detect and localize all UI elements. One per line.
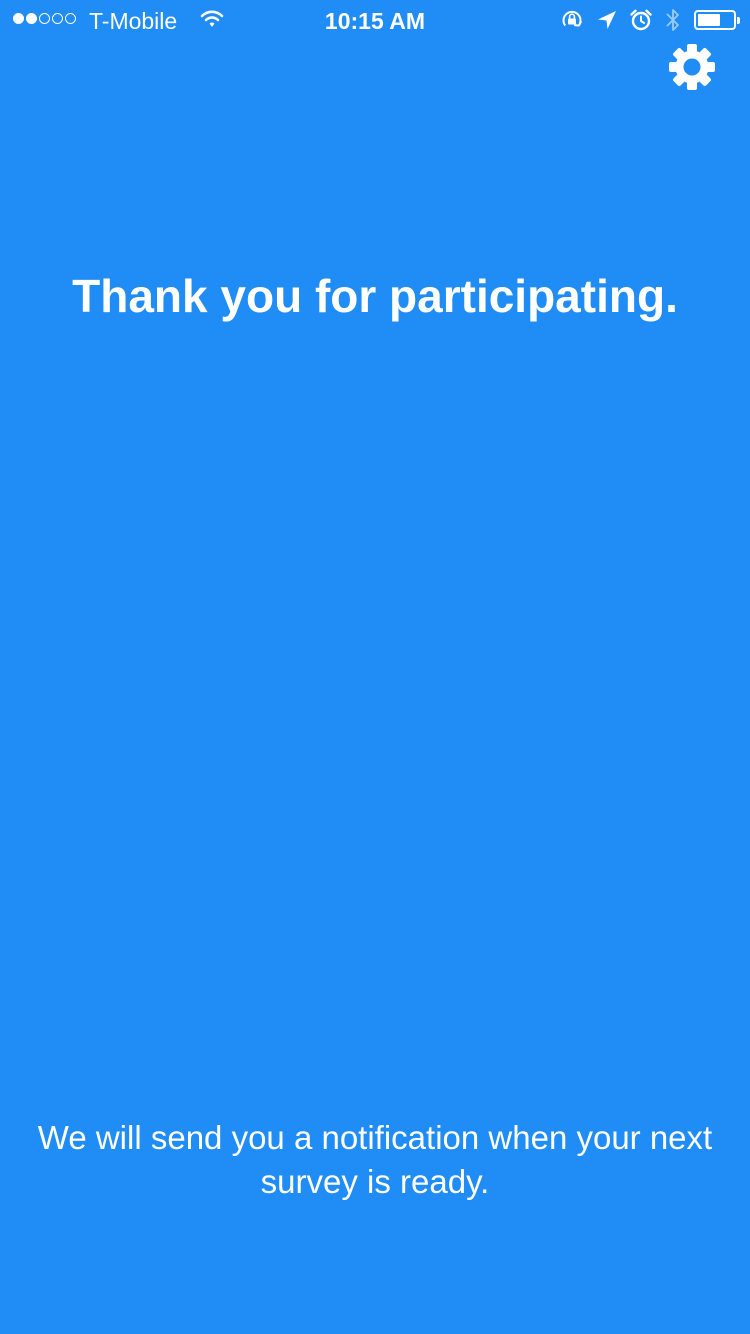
status-bar: T-Mobile 10:15 AM — [0, 0, 750, 40]
app-screen: T-Mobile 10:15 AM Thank you for particip… — [0, 0, 750, 1334]
bluetooth-icon — [666, 9, 679, 31]
settings-button[interactable] — [666, 41, 718, 93]
battery-icon — [694, 10, 740, 30]
next-survey-message: We will send you a notification when you… — [37, 1119, 713, 1200]
thank-you-headline: Thank you for participating. — [72, 270, 678, 322]
orientation-lock-icon — [562, 10, 582, 27]
status-icons — [560, 7, 740, 33]
battery-terminal — [737, 17, 740, 24]
gear-icon — [669, 44, 715, 90]
location-arrow-icon — [598, 11, 616, 29]
alarm-clock-icon — [630, 9, 652, 31]
battery-level-fill — [698, 14, 721, 26]
